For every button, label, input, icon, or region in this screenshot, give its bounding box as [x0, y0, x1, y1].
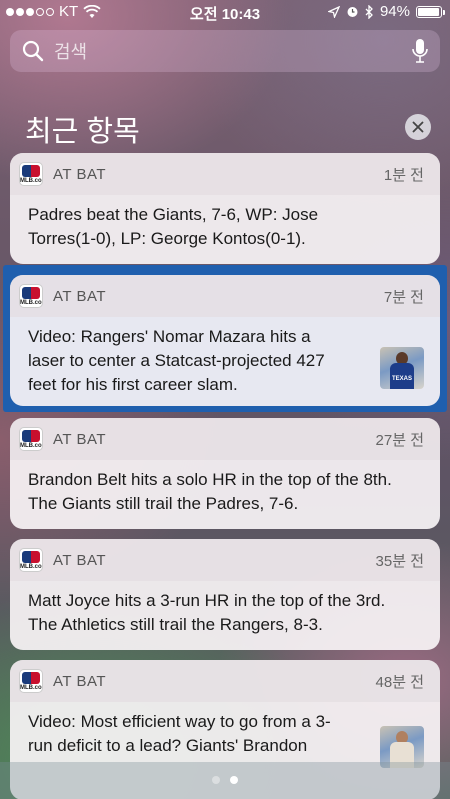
notification-card[interactable]: MLB.com AT BAT 7분 전 Video: Rangers' Noma… — [10, 275, 440, 406]
page-dot[interactable] — [212, 776, 220, 784]
notification-body: Video: Rangers' Nomar Mazara hits a lase… — [10, 317, 440, 397]
page-indicator[interactable] — [0, 776, 450, 784]
notification-card[interactable]: MLB.com AT BAT 1분 전 Padres beat the Gian… — [10, 153, 440, 264]
notification-header: MLB.com AT BAT 1분 전 — [10, 153, 440, 195]
notification-card[interactable]: MLB.com AT BAT 27분 전 Brandon Belt hits a… — [10, 418, 440, 529]
status-right: 94% — [327, 3, 445, 20]
notification-time: 1분 전 — [383, 166, 424, 184]
notification-header: MLB.com AT BAT 35분 전 — [10, 539, 440, 581]
notification-line: Padres beat the Giants, 7-6, WP: Jose — [28, 205, 319, 224]
notification-line: Video: Rangers' Nomar Mazara hits a — [28, 327, 311, 346]
notification-header: MLB.com AT BAT 27분 전 — [10, 418, 440, 460]
app-name: AT BAT — [53, 672, 107, 690]
microphone-icon[interactable] — [412, 38, 428, 64]
notification-time: 48분 전 — [375, 673, 424, 691]
search-input[interactable]: 검색 — [54, 38, 412, 64]
notification-time: 7분 전 — [383, 288, 424, 306]
notification-line: Matt Joyce hits a 3-run HR in the top of… — [28, 591, 386, 610]
notification-body: Matt Joyce hits a 3-run HR in the top of… — [10, 581, 440, 637]
notification-time: 35분 전 — [375, 552, 424, 570]
video-thumbnail: TEXAS — [380, 347, 424, 389]
notification-header: MLB.com AT BAT 7분 전 — [10, 275, 440, 317]
notification-body: Brandon Belt hits a solo HR in the top o… — [10, 460, 440, 516]
app-name: AT BAT — [53, 551, 107, 569]
search-bar[interactable]: 검색 — [10, 30, 440, 72]
mlb-app-icon: MLB.com — [19, 548, 43, 572]
notification-header: MLB.com AT BAT 48분 전 — [10, 660, 440, 702]
app-name: AT BAT — [53, 165, 107, 183]
notification-body: Padres beat the Giants, 7-6, WP: Jose To… — [10, 195, 440, 251]
battery-icon — [416, 5, 445, 18]
notification-line: The Athletics still trail the Rangers, 8… — [28, 615, 323, 634]
mlb-app-icon: MLB.com — [19, 669, 43, 693]
mlb-app-icon: MLB.com — [19, 284, 43, 308]
app-name: AT BAT — [53, 287, 107, 305]
notification-body: Video: Most efficient way to go from a 3… — [10, 702, 440, 768]
section-title: 최근 항목 — [25, 116, 140, 148]
close-icon — [412, 121, 424, 133]
app-name: AT BAT — [53, 430, 107, 448]
mlb-app-icon: MLB.com — [19, 162, 43, 186]
notification-line: Brandon Belt hits a solo HR in the top o… — [28, 470, 392, 489]
notification-line: run deficit to a lead? Giants' Brandon — [28, 736, 308, 755]
status-bar: KT 오전 10:43 94% — [0, 0, 450, 24]
notification-line: Torres(1-0), LP: George Kontos(0-1). — [28, 229, 306, 248]
alarm-icon — [347, 7, 358, 17]
search-icon — [22, 40, 44, 62]
notification-line: The Giants still trail the Padres, 7-6. — [28, 494, 299, 513]
clear-button[interactable] — [405, 114, 431, 140]
notification-card[interactable]: MLB.com AT BAT 35분 전 Matt Joyce hits a 3… — [10, 539, 440, 650]
bluetooth-icon — [365, 4, 373, 19]
mlb-app-icon: MLB.com — [19, 427, 43, 451]
notification-line: Video: Most efficient way to go from a 3… — [28, 712, 331, 731]
notification-line: laser to center a Statcast-projected 427 — [28, 351, 325, 370]
notification-line: feet for his first career slam. — [28, 375, 238, 394]
battery-percent: 94% — [379, 3, 410, 20]
notification-time: 27분 전 — [375, 431, 424, 449]
location-arrow-icon — [327, 5, 340, 18]
page-dot-active[interactable] — [230, 776, 238, 784]
